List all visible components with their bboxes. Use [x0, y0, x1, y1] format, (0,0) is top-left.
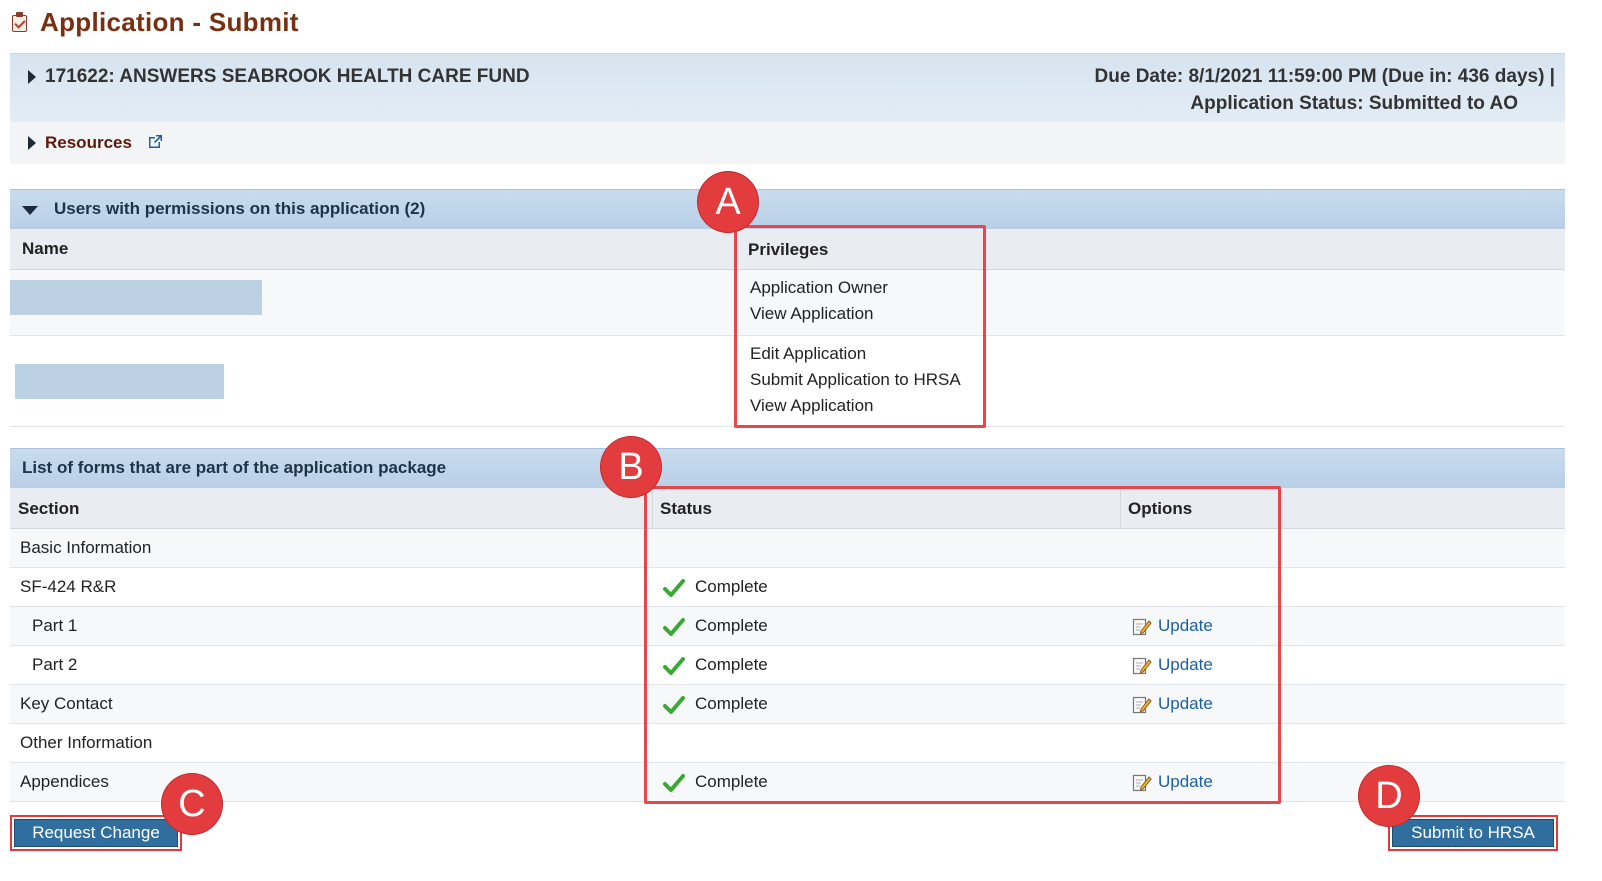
section-name: Part 1: [32, 616, 78, 635]
submit-to-hrsa-button[interactable]: Submit to HRSA: [1392, 819, 1554, 847]
due-date: Due Date: 8/1/2021 11:59:00 PM (Due in: …: [1094, 66, 1555, 87]
submit-highlight: Submit to HRSA: [1388, 815, 1558, 851]
section-name: SF-424 R&R: [20, 577, 117, 596]
resources-link[interactable]: Resources: [45, 133, 132, 153]
page-title-text: Application - Submit: [40, 6, 299, 37]
annotation-marker-d: D: [1359, 766, 1419, 826]
annotation-marker-b: B: [601, 437, 661, 497]
request-change-button[interactable]: Request Change: [14, 819, 178, 847]
expand-arrow-icon[interactable]: [28, 70, 36, 84]
redacted-user-name: [15, 364, 224, 399]
section-name: Appendices: [20, 772, 109, 791]
redacted-user-name: [10, 280, 262, 315]
external-link-icon[interactable]: [149, 135, 162, 148]
section-name: Other Information: [20, 733, 153, 752]
resources-expand-icon[interactable]: [28, 136, 36, 150]
application-status: Application Status: Submitted to AO: [1190, 93, 1518, 114]
column-header-section: Section: [18, 499, 80, 518]
page-title: Application - Submit: [10, 4, 299, 40]
application-title[interactable]: 171622: ANSWERS SEABROOK HEALTH CARE FUN…: [45, 66, 530, 88]
users-section-title[interactable]: Users with permissions on this applicati…: [54, 199, 425, 219]
annotation-marker-c: C: [162, 774, 222, 834]
request-change-highlight: Request Change: [10, 815, 182, 851]
section-name: Key Contact: [20, 694, 113, 713]
annotation-box-b: [644, 486, 1281, 804]
collapse-arrow-icon[interactable]: [22, 206, 38, 215]
clipboard-icon: [10, 11, 30, 33]
annotation-box-a: [734, 225, 986, 428]
annotation-marker-a: A: [698, 172, 758, 232]
section-name: Basic Information: [20, 538, 152, 557]
section-name: Part 2: [32, 655, 78, 674]
forms-section-title: List of forms that are part of the appli…: [22, 458, 447, 477]
column-header-name: Name: [22, 239, 69, 258]
resources-panel: [10, 122, 1565, 164]
